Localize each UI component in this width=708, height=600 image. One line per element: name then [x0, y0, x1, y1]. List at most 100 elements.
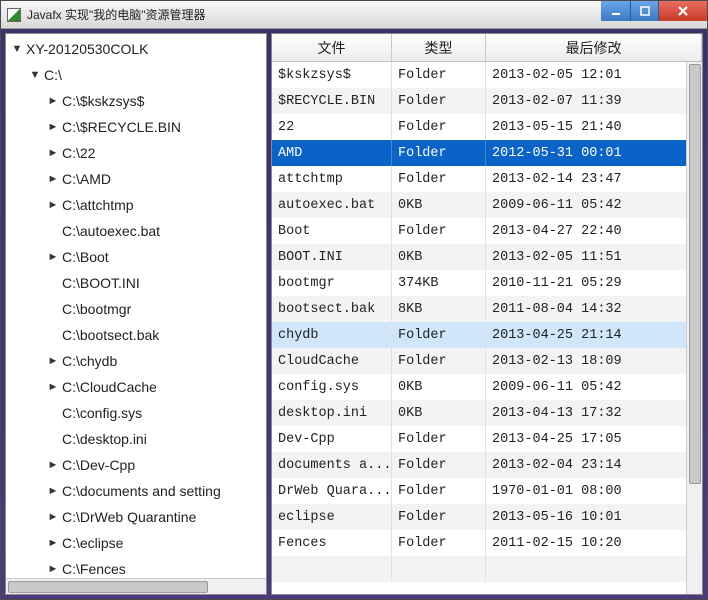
tree-pane: ▼XY-20120530COLK▼C:\►C:\$kskzsys$►C:\$RE… [5, 33, 267, 595]
tree-horizontal-scrollbar[interactable] [6, 578, 266, 594]
cell-file: DrWeb Quara... [272, 478, 392, 504]
scrollbar-thumb[interactable] [8, 581, 208, 593]
table-row[interactable]: BootFolder2013-04-27 22:40 [272, 218, 702, 244]
chevron-right-icon[interactable]: ► [46, 563, 60, 575]
chevron-right-icon[interactable]: ► [46, 147, 60, 159]
cell-file: 22 [272, 114, 392, 140]
tree-item-label: C:\ [44, 67, 62, 83]
table-row[interactable]: eclipseFolder2013-05-16 10:01 [272, 504, 702, 530]
table-body[interactable]: $kskzsys$Folder2013-02-05 12:01$RECYCLE.… [272, 62, 702, 594]
tree-item-label: C:\22 [62, 145, 95, 161]
table-row[interactable]: $kskzsys$Folder2013-02-05 12:01 [272, 62, 702, 88]
table-row[interactable]: chydbFolder2013-04-25 21:14 [272, 322, 702, 348]
tree-item[interactable]: ►C:\Dev-Cpp [6, 452, 266, 478]
chevron-right-icon[interactable]: ► [46, 121, 60, 133]
tree-item[interactable]: ►C:\$RECYCLE.BIN [6, 114, 266, 140]
cell-file: Dev-Cpp [272, 426, 392, 452]
tree-item[interactable]: ►C:\documents and setting [6, 478, 266, 504]
tree-item[interactable]: ►C:\$kskzsys$ [6, 88, 266, 114]
cell-modified: 2010-11-21 05:29 [486, 270, 702, 296]
cell-modified: 2011-02-15 10:20 [486, 530, 702, 556]
table-row[interactable]: bootmgr374KB2010-11-21 05:29 [272, 270, 702, 296]
tree-item[interactable]: ►C:\eclipse [6, 530, 266, 556]
table-row[interactable]: Dev-CppFolder2013-04-25 17:05 [272, 426, 702, 452]
tree-item-label: C:\CloudCache [62, 379, 157, 395]
tree-item[interactable]: C:\bootmgr [6, 296, 266, 322]
scrollbar-thumb[interactable] [689, 64, 701, 484]
tree-item[interactable]: ►C:\Boot [6, 244, 266, 270]
cell-modified: 2013-02-04 23:14 [486, 452, 702, 478]
cell-type: Folder [392, 452, 486, 478]
tree-item[interactable]: ►C:\Fences [6, 556, 266, 578]
tree-root[interactable]: ▼XY-20120530COLK [6, 36, 266, 62]
cell-type: Folder [392, 478, 486, 504]
tree-item-label: C:\DrWeb Quarantine [62, 509, 196, 525]
chevron-right-icon[interactable]: ► [46, 485, 60, 497]
titlebar[interactable]: Javafx 实现"我的电脑"资源管理器 [1, 1, 707, 29]
maximize-button[interactable] [631, 1, 659, 21]
cell-file: CloudCache [272, 348, 392, 374]
tree-item-label: C:\chydb [62, 353, 117, 369]
table-vertical-scrollbar[interactable] [686, 62, 702, 594]
cell-type: 374KB [392, 270, 486, 296]
cell-modified: 2013-02-13 18:09 [486, 348, 702, 374]
table-row[interactable]: AMDFolder2012-05-31 00:01 [272, 140, 702, 166]
chevron-right-icon[interactable]: ► [46, 199, 60, 211]
tree-item[interactable]: ►C:\CloudCache [6, 374, 266, 400]
cell-type: Folder [392, 114, 486, 140]
table-row[interactable]: DrWeb Quara...Folder1970-01-01 08:00 [272, 478, 702, 504]
chevron-right-icon[interactable]: ► [46, 355, 60, 367]
table-row[interactable]: attchtmpFolder2013-02-14 23:47 [272, 166, 702, 192]
tree-item[interactable]: C:\config.sys [6, 400, 266, 426]
tree-item[interactable]: ►C:\chydb [6, 348, 266, 374]
tree-item-label: XY-20120530COLK [26, 41, 148, 57]
table-row[interactable]: $RECYCLE.BINFolder2013-02-07 11:39 [272, 88, 702, 114]
cell-file: attchtmp [272, 166, 392, 192]
table-row[interactable]: documents a...Folder2013-02-04 23:14 [272, 452, 702, 478]
close-button[interactable] [659, 1, 707, 21]
cell-file: desktop.ini [272, 400, 392, 426]
table-row[interactable]: desktop.ini0KB2013-04-13 17:32 [272, 400, 702, 426]
tree-item[interactable]: ►C:\AMD [6, 166, 266, 192]
chevron-right-icon[interactable]: ► [46, 459, 60, 471]
tree-item[interactable]: C:\autoexec.bat [6, 218, 266, 244]
table-row[interactable]: CloudCacheFolder2013-02-13 18:09 [272, 348, 702, 374]
chevron-down-icon[interactable]: ▼ [28, 69, 42, 81]
tree-item[interactable]: C:\desktop.ini [6, 426, 266, 452]
table-row[interactable]: autoexec.bat0KB2009-06-11 05:42 [272, 192, 702, 218]
cell-modified: 2013-02-14 23:47 [486, 166, 702, 192]
table-row[interactable]: config.sys0KB2009-06-11 05:42 [272, 374, 702, 400]
tree-item-label: C:\bootmgr [62, 301, 131, 317]
app-window: Javafx 实现"我的电脑"资源管理器 ▼XY-20120530COLK▼C:… [0, 0, 708, 600]
tree-item-label: C:\attchtmp [62, 197, 134, 213]
tree-item-label: C:\desktop.ini [62, 431, 147, 447]
tree-item-label: C:\bootsect.bak [62, 327, 159, 343]
chevron-down-icon[interactable]: ▼ [10, 43, 24, 55]
chevron-right-icon[interactable]: ► [46, 511, 60, 523]
tree-item[interactable]: ►C:\attchtmp [6, 192, 266, 218]
chevron-right-icon[interactable]: ► [46, 537, 60, 549]
chevron-right-icon[interactable]: ► [46, 95, 60, 107]
column-header-modified[interactable]: 最后修改 [486, 34, 702, 61]
cell-type: Folder [392, 322, 486, 348]
chevron-right-icon[interactable]: ► [46, 251, 60, 263]
tree-item-label: C:\Boot [62, 249, 109, 265]
chevron-right-icon[interactable]: ► [46, 173, 60, 185]
tree-item[interactable]: ►C:\22 [6, 140, 266, 166]
column-header-type[interactable]: 类型 [392, 34, 486, 61]
tree-item[interactable]: C:\BOOT.INI [6, 270, 266, 296]
tree-view[interactable]: ▼XY-20120530COLK▼C:\►C:\$kskzsys$►C:\$RE… [6, 34, 266, 578]
table-row[interactable]: 22Folder2013-05-15 21:40 [272, 114, 702, 140]
cell-file: $kskzsys$ [272, 62, 392, 88]
table-row[interactable]: BOOT.INI0KB2013-02-05 11:51 [272, 244, 702, 270]
tree-item[interactable]: C:\bootsect.bak [6, 322, 266, 348]
chevron-right-icon[interactable]: ► [46, 381, 60, 393]
tree-item[interactable]: ►C:\DrWeb Quarantine [6, 504, 266, 530]
table-row[interactable]: FencesFolder2011-02-15 10:20 [272, 530, 702, 556]
cell-modified: 2013-02-05 12:01 [486, 62, 702, 88]
minimize-button[interactable] [601, 1, 631, 21]
tree-drive[interactable]: ▼C:\ [6, 62, 266, 88]
table-row[interactable]: bootsect.bak8KB2011-08-04 14:32 [272, 296, 702, 322]
column-header-file[interactable]: 文件 [272, 34, 392, 61]
cell-type: Folder [392, 504, 486, 530]
